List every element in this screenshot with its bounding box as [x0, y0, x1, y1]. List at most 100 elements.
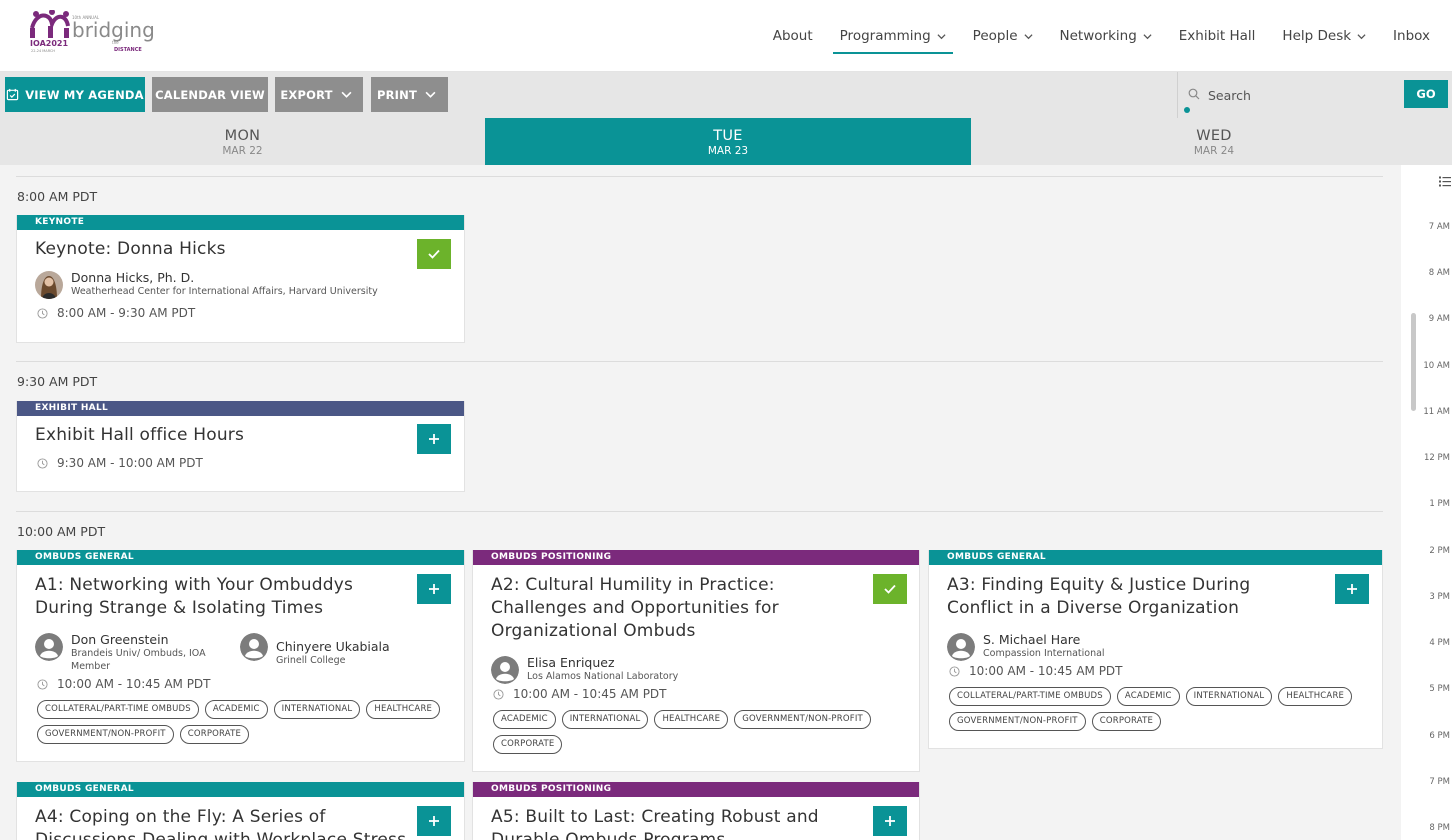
- default-avatar-icon: [491, 656, 519, 684]
- session-time-text: 8:00 AM - 9:30 AM PDT: [57, 306, 196, 320]
- session-title-line: A3: Finding Equity & Justice During: [947, 575, 1251, 595]
- hour-label[interactable]: 8 AM: [1429, 268, 1450, 278]
- nav-networking[interactable]: Networking: [1060, 18, 1152, 54]
- tag[interactable]: CORPORATE: [179, 725, 250, 744]
- hour-label[interactable]: 7 PM: [1429, 777, 1450, 787]
- export-button[interactable]: EXPORT: [275, 77, 363, 112]
- day-tab-date: MAR 24: [1193, 145, 1235, 157]
- speaker-affiliation: Member: [71, 661, 111, 672]
- added-to-agenda-button[interactable]: [873, 574, 907, 604]
- day-tab-name: WED: [1196, 128, 1232, 144]
- view-my-agenda-button[interactable]: VIEW MY AGENDA: [5, 77, 145, 112]
- plus-icon: [429, 584, 439, 594]
- hour-label[interactable]: 10 AM: [1423, 361, 1450, 371]
- tag[interactable]: INTERNATIONAL: [561, 710, 649, 729]
- tag[interactable]: HEALTHCARE: [654, 710, 729, 729]
- hour-label[interactable]: 5 PM: [1429, 684, 1450, 694]
- nav-programming-label: Programming: [839, 28, 931, 44]
- nav-inbox-label: Inbox: [1393, 28, 1430, 44]
- clock-icon: [37, 678, 48, 690]
- add-to-agenda-button[interactable]: [417, 806, 451, 836]
- nav-inbox[interactable]: Inbox: [1393, 18, 1430, 54]
- tag[interactable]: GOVERNMENT/NON-PROFIT: [37, 725, 174, 744]
- nav-exhibit-hall-label: Exhibit Hall: [1178, 28, 1256, 44]
- hour-label[interactable]: 6 PM: [1429, 731, 1450, 741]
- hour-label[interactable]: 1 PM: [1429, 499, 1450, 509]
- nav-people[interactable]: People: [973, 18, 1033, 54]
- speaker[interactable]: Donna Hicks, Ph. D. Weatherhead Center f…: [35, 270, 378, 299]
- added-to-agenda-button[interactable]: [417, 239, 451, 269]
- tag[interactable]: CORPORATE: [1091, 712, 1162, 731]
- hour-label[interactable]: 11 AM: [1423, 407, 1450, 417]
- session-card-exhibit-hall[interactable]: EXHIBIT HALL Exhibit Hall office Hours 9…: [16, 401, 465, 492]
- session-title[interactable]: Exhibit Hall office Hours: [35, 424, 244, 447]
- tag-list: ACADEMIC INTERNATIONAL HEALTHCARE GOVERN…: [493, 710, 913, 760]
- hour-label[interactable]: 9 AM: [1429, 314, 1450, 324]
- speaker[interactable]: Elisa Enriquez Los Alamos National Labor…: [491, 655, 678, 684]
- add-to-agenda-button[interactable]: [417, 574, 451, 604]
- session-title[interactable]: A4: Coping on the Fly: A Series of Discu…: [35, 806, 406, 840]
- go-button[interactable]: GO: [1404, 80, 1448, 108]
- session-title-line: Conflict in a Diverse Organization: [947, 598, 1240, 618]
- nav-exhibit-hall[interactable]: Exhibit Hall: [1179, 18, 1256, 54]
- speaker-affiliation: Compassion International: [983, 648, 1105, 659]
- session-card-a3[interactable]: OMBUDS GENERAL A3: Finding Equity & Just…: [928, 550, 1383, 749]
- session-title[interactable]: A2: Cultural Humility in Practice: Chall…: [491, 574, 779, 643]
- nav-people-label: People: [972, 28, 1018, 44]
- category-label: EXHIBIT HALL: [17, 401, 464, 416]
- nav-programming[interactable]: Programming: [832, 18, 953, 54]
- nav-about[interactable]: About: [773, 18, 813, 54]
- tag[interactable]: GOVERNMENT/NON-PROFIT: [949, 712, 1086, 731]
- timeline-scroll-thumb[interactable]: [1411, 313, 1416, 411]
- session-time: 10:00 AM - 10:45 AM PDT: [37, 677, 211, 691]
- hour-label[interactable]: 4 PM: [1429, 638, 1450, 648]
- hour-label[interactable]: 12 PM: [1424, 453, 1450, 463]
- print-button[interactable]: PRINT: [371, 77, 448, 112]
- day-tab-wed[interactable]: WED MAR 24: [971, 118, 1452, 165]
- tag[interactable]: COLLATERAL/PART-TIME OMBUDS: [949, 687, 1111, 706]
- session-title[interactable]: Keynote: Donna Hicks: [35, 238, 226, 261]
- session-time: 10:00 AM - 10:45 AM PDT: [949, 664, 1123, 678]
- tag[interactable]: ACADEMIC: [1116, 687, 1180, 706]
- speaker[interactable]: Chinyere Ukabiala Grinell College: [240, 632, 390, 667]
- category-label: KEYNOTE: [17, 215, 464, 230]
- tag[interactable]: ACADEMIC: [493, 710, 556, 729]
- session-card-a5[interactable]: OMBUDS POSITIONING A5: Built to Last: Cr…: [472, 782, 920, 840]
- speaker-affiliation: Los Alamos National Laboratory: [527, 671, 679, 682]
- day-tab-mon[interactable]: MON MAR 22: [0, 118, 485, 165]
- hour-label[interactable]: 7 AM: [1429, 222, 1450, 232]
- category-label: OMBUDS POSITIONING: [473, 782, 919, 797]
- timeline-rail: 7 AM 8 AM 9 AM 10 AM 11 AM 12 PM 1 PM 2 …: [1401, 165, 1452, 840]
- session-title[interactable]: A1: Networking with Your Ombuddys During…: [35, 574, 353, 620]
- hour-label[interactable]: 8 PM: [1429, 823, 1450, 833]
- session-title[interactable]: A5: Built to Last: Creating Robust and D…: [491, 806, 819, 840]
- speaker[interactable]: Don Greenstein Brandeis Univ/ Ombuds, IO…: [35, 632, 206, 673]
- tag[interactable]: COLLATERAL/PART-TIME OMBUDS: [37, 700, 199, 719]
- session-card-a2[interactable]: OMBUDS POSITIONING A2: Cultural Humility…: [472, 550, 920, 772]
- tag[interactable]: INTERNATIONAL: [273, 700, 361, 719]
- tag[interactable]: ACADEMIC: [204, 700, 268, 719]
- tag[interactable]: CORPORATE: [493, 735, 563, 754]
- speaker[interactable]: S. Michael Hare Compassion International: [947, 632, 1105, 661]
- add-to-agenda-button[interactable]: [873, 806, 907, 836]
- search-input[interactable]: [1208, 85, 1388, 105]
- calendar-view-button[interactable]: CALENDAR VIEW: [152, 77, 268, 112]
- session-card-a1[interactable]: OMBUDS GENERAL A1: Networking with Your …: [16, 550, 465, 762]
- conference-logo[interactable]: 10th ANNUAL bridging the DISTANCE IOA202…: [26, 10, 158, 58]
- session-card-keynote[interactable]: KEYNOTE Keynote: Donna Hicks Donna Hicks…: [16, 215, 465, 343]
- day-tab-tue[interactable]: TUE MAR 23: [485, 118, 971, 165]
- add-to-agenda-button[interactable]: [417, 424, 451, 454]
- hour-label[interactable]: 2 PM: [1429, 546, 1450, 556]
- tag[interactable]: INTERNATIONAL: [1185, 687, 1273, 706]
- clock-icon: [493, 688, 504, 700]
- session-card-a4[interactable]: OMBUDS GENERAL A4: Coping on the Fly: A …: [16, 782, 465, 840]
- session-title[interactable]: A3: Finding Equity & Justice During Conf…: [947, 574, 1250, 620]
- tag[interactable]: HEALTHCARE: [1278, 687, 1353, 706]
- session-title-line: A1: Networking with Your Ombuddys: [35, 575, 354, 595]
- hour-label[interactable]: 3 PM: [1429, 592, 1450, 602]
- list-view-icon[interactable]: [1439, 176, 1451, 187]
- tag[interactable]: GOVERNMENT/NON-PROFIT: [734, 710, 871, 729]
- nav-help-desk[interactable]: Help Desk: [1282, 18, 1366, 54]
- add-to-agenda-button[interactable]: [1335, 574, 1369, 604]
- tag[interactable]: HEALTHCARE: [366, 700, 441, 719]
